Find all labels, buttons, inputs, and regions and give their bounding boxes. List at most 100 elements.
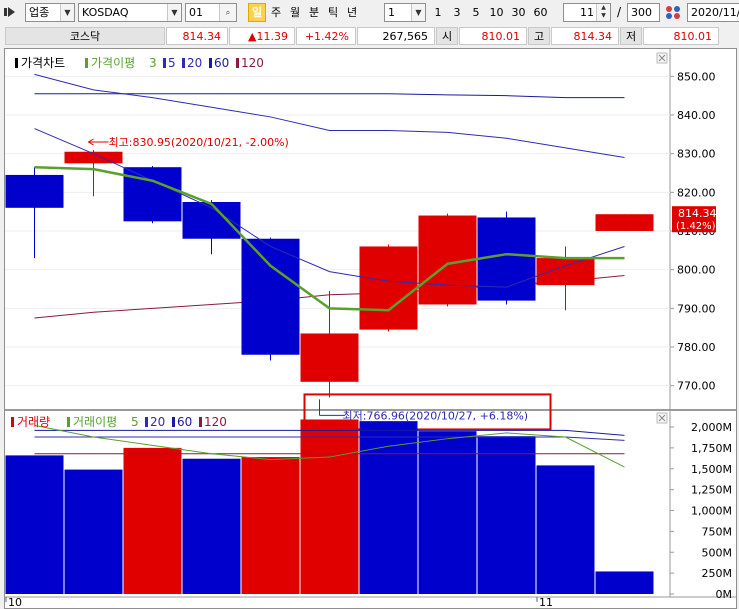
view-count-spinner[interactable]: 11 ▲ ▼ <box>563 3 611 22</box>
volume-bar <box>64 469 123 594</box>
price-legend-title: 가격차트 <box>21 56 65 70</box>
candle-body <box>123 167 182 222</box>
volume-tick-label: 0M <box>716 588 733 601</box>
volume-tick-label: 1,500M <box>691 463 732 476</box>
volume-tick-label: 500M <box>702 546 733 559</box>
legend-marker <box>236 58 239 68</box>
volume-bar <box>418 431 477 594</box>
volume-legend-period: 60 <box>177 415 192 429</box>
high-label: 고 <box>528 27 550 45</box>
change-up-icon: ▲ <box>248 30 257 43</box>
interval-button-10[interactable]: 10 <box>487 3 506 22</box>
volume-bar <box>123 447 182 594</box>
x-tick-label: 10 <box>8 596 22 608</box>
volume-legend-period: 20 <box>150 415 165 429</box>
volume-bar <box>359 421 418 594</box>
interval-button-3[interactable]: 3 <box>449 3 465 22</box>
volume-legend-title: 거래량 <box>17 415 50 429</box>
settings-icon[interactable] <box>664 4 682 20</box>
volume-bar <box>536 465 595 594</box>
price-legend-period: 60 <box>214 56 229 70</box>
interval-button-1[interactable]: 1 <box>430 3 446 22</box>
interval-button-30[interactable]: 30 <box>509 3 528 22</box>
period-button-2[interactable]: 월 <box>286 3 304 22</box>
volume-tick-label: 2,000M <box>691 421 732 434</box>
volume-tick-label: 250M <box>702 567 733 580</box>
quote-change-pct: +1.42% <box>296 27 356 45</box>
candle-body <box>595 214 654 231</box>
candle-body <box>5 174 64 208</box>
chart-area[interactable]: 850.00840.00830.00820.00810.00800.00790.… <box>4 48 737 609</box>
quote-bar: 코스닥 814.34 ▲11.39 +1.42% 267,565 시 810.0… <box>0 25 739 45</box>
quote-name: 코스닥 <box>5 27 165 45</box>
price-tick-label: 780.00 <box>677 341 716 354</box>
legend-marker <box>172 417 175 427</box>
volume-bar <box>477 436 536 594</box>
price-ma60-line <box>34 93 625 99</box>
quote-volume: 267,565 <box>357 27 435 45</box>
quote-change: ▲11.39 <box>229 27 295 45</box>
x-tick-label: 11 <box>539 596 553 608</box>
price-tick-label: 840.00 <box>677 109 716 122</box>
price-tick-label: 770.00 <box>677 380 716 393</box>
period-button-4[interactable]: 틱 <box>324 3 342 22</box>
volume-legend-period: 120 <box>204 415 227 429</box>
price-legend-period: 5 <box>168 56 176 70</box>
interval-button-60[interactable]: 60 <box>531 3 550 22</box>
open-label: 시 <box>436 27 458 45</box>
current-price-label: 814.34 <box>678 207 717 220</box>
candle-body <box>300 333 359 382</box>
low-annotation-text: 최저:766.96(2020/10/27, +6.18%) <box>343 409 529 422</box>
search-icon[interactable]: ⌕ <box>219 4 236 21</box>
price-tick-label: 790.00 <box>677 302 716 315</box>
interval-select[interactable]: 1 ▼ <box>384 3 426 22</box>
volume-bar <box>595 571 654 594</box>
legend-marker <box>67 417 70 427</box>
legend-marker <box>209 58 212 68</box>
price-tick-label: 830.00 <box>677 148 716 161</box>
volume-tick-label: 1,000M <box>691 505 732 518</box>
volume-legend-period: 5 <box>131 415 139 429</box>
candle-body <box>477 217 536 301</box>
total-count-field[interactable]: 300 <box>627 3 660 22</box>
index-name-value: KOSDAQ <box>82 6 129 19</box>
chevron-down-icon[interactable]: ▼ <box>411 4 425 21</box>
period-value-select[interactable]: 01 ⌕ <box>185 3 237 22</box>
legend-marker <box>182 58 185 68</box>
legend-marker <box>199 417 202 427</box>
candle-body <box>241 238 300 355</box>
period-button-3[interactable]: 분 <box>305 3 323 22</box>
price-legend-period: 120 <box>241 56 264 70</box>
date-field[interactable]: 2020/11/ <box>687 3 739 22</box>
interval-button-5[interactable]: 5 <box>468 3 484 22</box>
quote-change-value: 11.39 <box>256 30 289 43</box>
period-button-5[interactable]: 년 <box>343 3 361 22</box>
candle-body <box>359 246 418 330</box>
view-count-value: 11 <box>580 6 594 19</box>
date-value: 2020/11/ <box>691 6 739 19</box>
market-type-value: 업종 <box>29 6 50 19</box>
total-count-value: 300 <box>631 6 652 19</box>
chevron-down-icon[interactable]: ▼ <box>60 4 74 21</box>
candle-body <box>536 258 595 286</box>
spinner-arrows-icon[interactable]: ▲ ▼ <box>596 4 610 21</box>
high-annotation-text: 최고:830.95(2020/10/21, -2.00%) <box>109 136 289 149</box>
panel-toggle-icon[interactable] <box>3 5 17 19</box>
period-button-0[interactable]: 일 <box>248 3 266 22</box>
price-ma5-line <box>34 128 625 288</box>
volume-bar <box>241 457 300 594</box>
chart-svg[interactable]: 850.00840.00830.00820.00810.00800.00790.… <box>5 49 736 608</box>
index-name-select[interactable]: KOSDAQ ▼ <box>78 3 182 22</box>
volume-bar <box>182 458 241 594</box>
interval-value: 1 <box>388 6 395 19</box>
low-label: 저 <box>620 27 642 45</box>
legend-marker <box>15 58 18 68</box>
legend-marker <box>85 58 88 68</box>
price-tick-label: 850.00 <box>677 70 716 83</box>
market-type-select[interactable]: 업종 ▼ <box>25 3 75 22</box>
count-separator: / <box>617 5 622 19</box>
current-pct-label: (1.42%) <box>676 221 716 232</box>
volume-legend-ma-title: 거래이평 <box>73 415 117 429</box>
period-button-1[interactable]: 주 <box>267 3 285 22</box>
chevron-down-icon[interactable]: ▼ <box>167 4 181 21</box>
